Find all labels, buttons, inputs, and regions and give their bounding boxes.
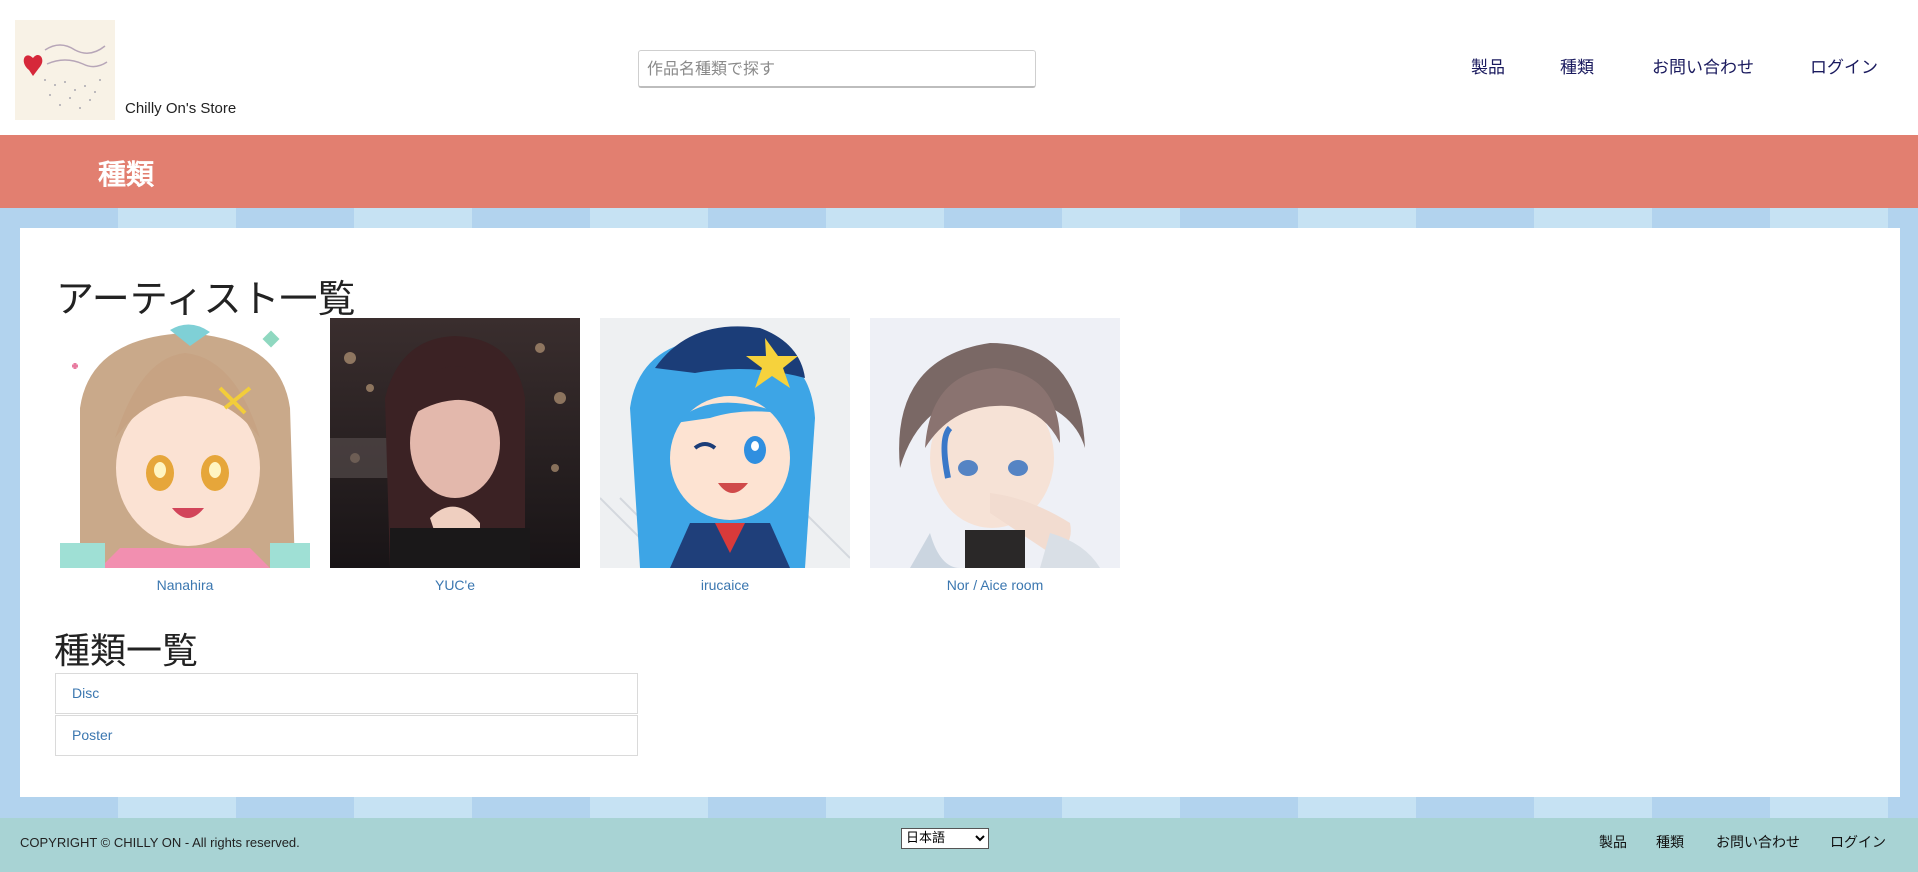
artist-name-nor-aice-room[interactable]: Nor / Aice room <box>870 577 1120 593</box>
artists-heading: アーティスト一覧 <box>56 277 356 321</box>
nav-contact[interactable]: お問い合わせ <box>1652 53 1754 78</box>
nav-products[interactable]: 製品 <box>1471 53 1505 78</box>
category-item-poster[interactable]: Poster <box>55 715 638 756</box>
page-banner: 種類 <box>0 135 1918 208</box>
site-footer: COPYRIGHT © CHILLY ON - All rights reser… <box>0 818 1918 872</box>
search-input[interactable] <box>638 50 1036 88</box>
artist-image-nanahira[interactable] <box>60 318 310 568</box>
footer-nav-contact[interactable]: お問い合わせ <box>1716 832 1800 852</box>
categories-heading: 種類一覧 <box>54 631 199 672</box>
footer-nav-login[interactable]: ログイン <box>1830 832 1886 852</box>
artist-image-nor-aice-room[interactable] <box>870 318 1120 568</box>
copyright-text: COPYRIGHT © CHILLY ON - All rights reser… <box>20 835 300 850</box>
nav-login[interactable]: ログイン <box>1810 53 1878 78</box>
artist-image-yuce[interactable] <box>330 318 580 568</box>
store-name: Chilly On's Store <box>125 100 237 117</box>
footer-nav-categories[interactable]: 種類 <box>1656 832 1684 852</box>
category-item-disc[interactable]: Disc <box>55 673 638 714</box>
site-header: Chilly On's Store 製品 種類 お問い合わせ ログイン <box>0 0 1918 135</box>
artist-name-nanahira[interactable]: Nanahira <box>60 577 310 593</box>
language-select[interactable]: 日本語 <box>901 828 989 849</box>
artist-name-yuce[interactable]: YUC'e <box>330 577 580 593</box>
artist-image-irucaice[interactable] <box>600 318 850 568</box>
page-title: 種類 <box>98 158 155 191</box>
logo-image <box>15 20 115 120</box>
artist-name-irucaice[interactable]: irucaice <box>600 577 850 593</box>
store-logo[interactable] <box>15 20 115 120</box>
nav-categories[interactable]: 種類 <box>1560 53 1594 78</box>
footer-nav-products[interactable]: 製品 <box>1599 832 1627 852</box>
